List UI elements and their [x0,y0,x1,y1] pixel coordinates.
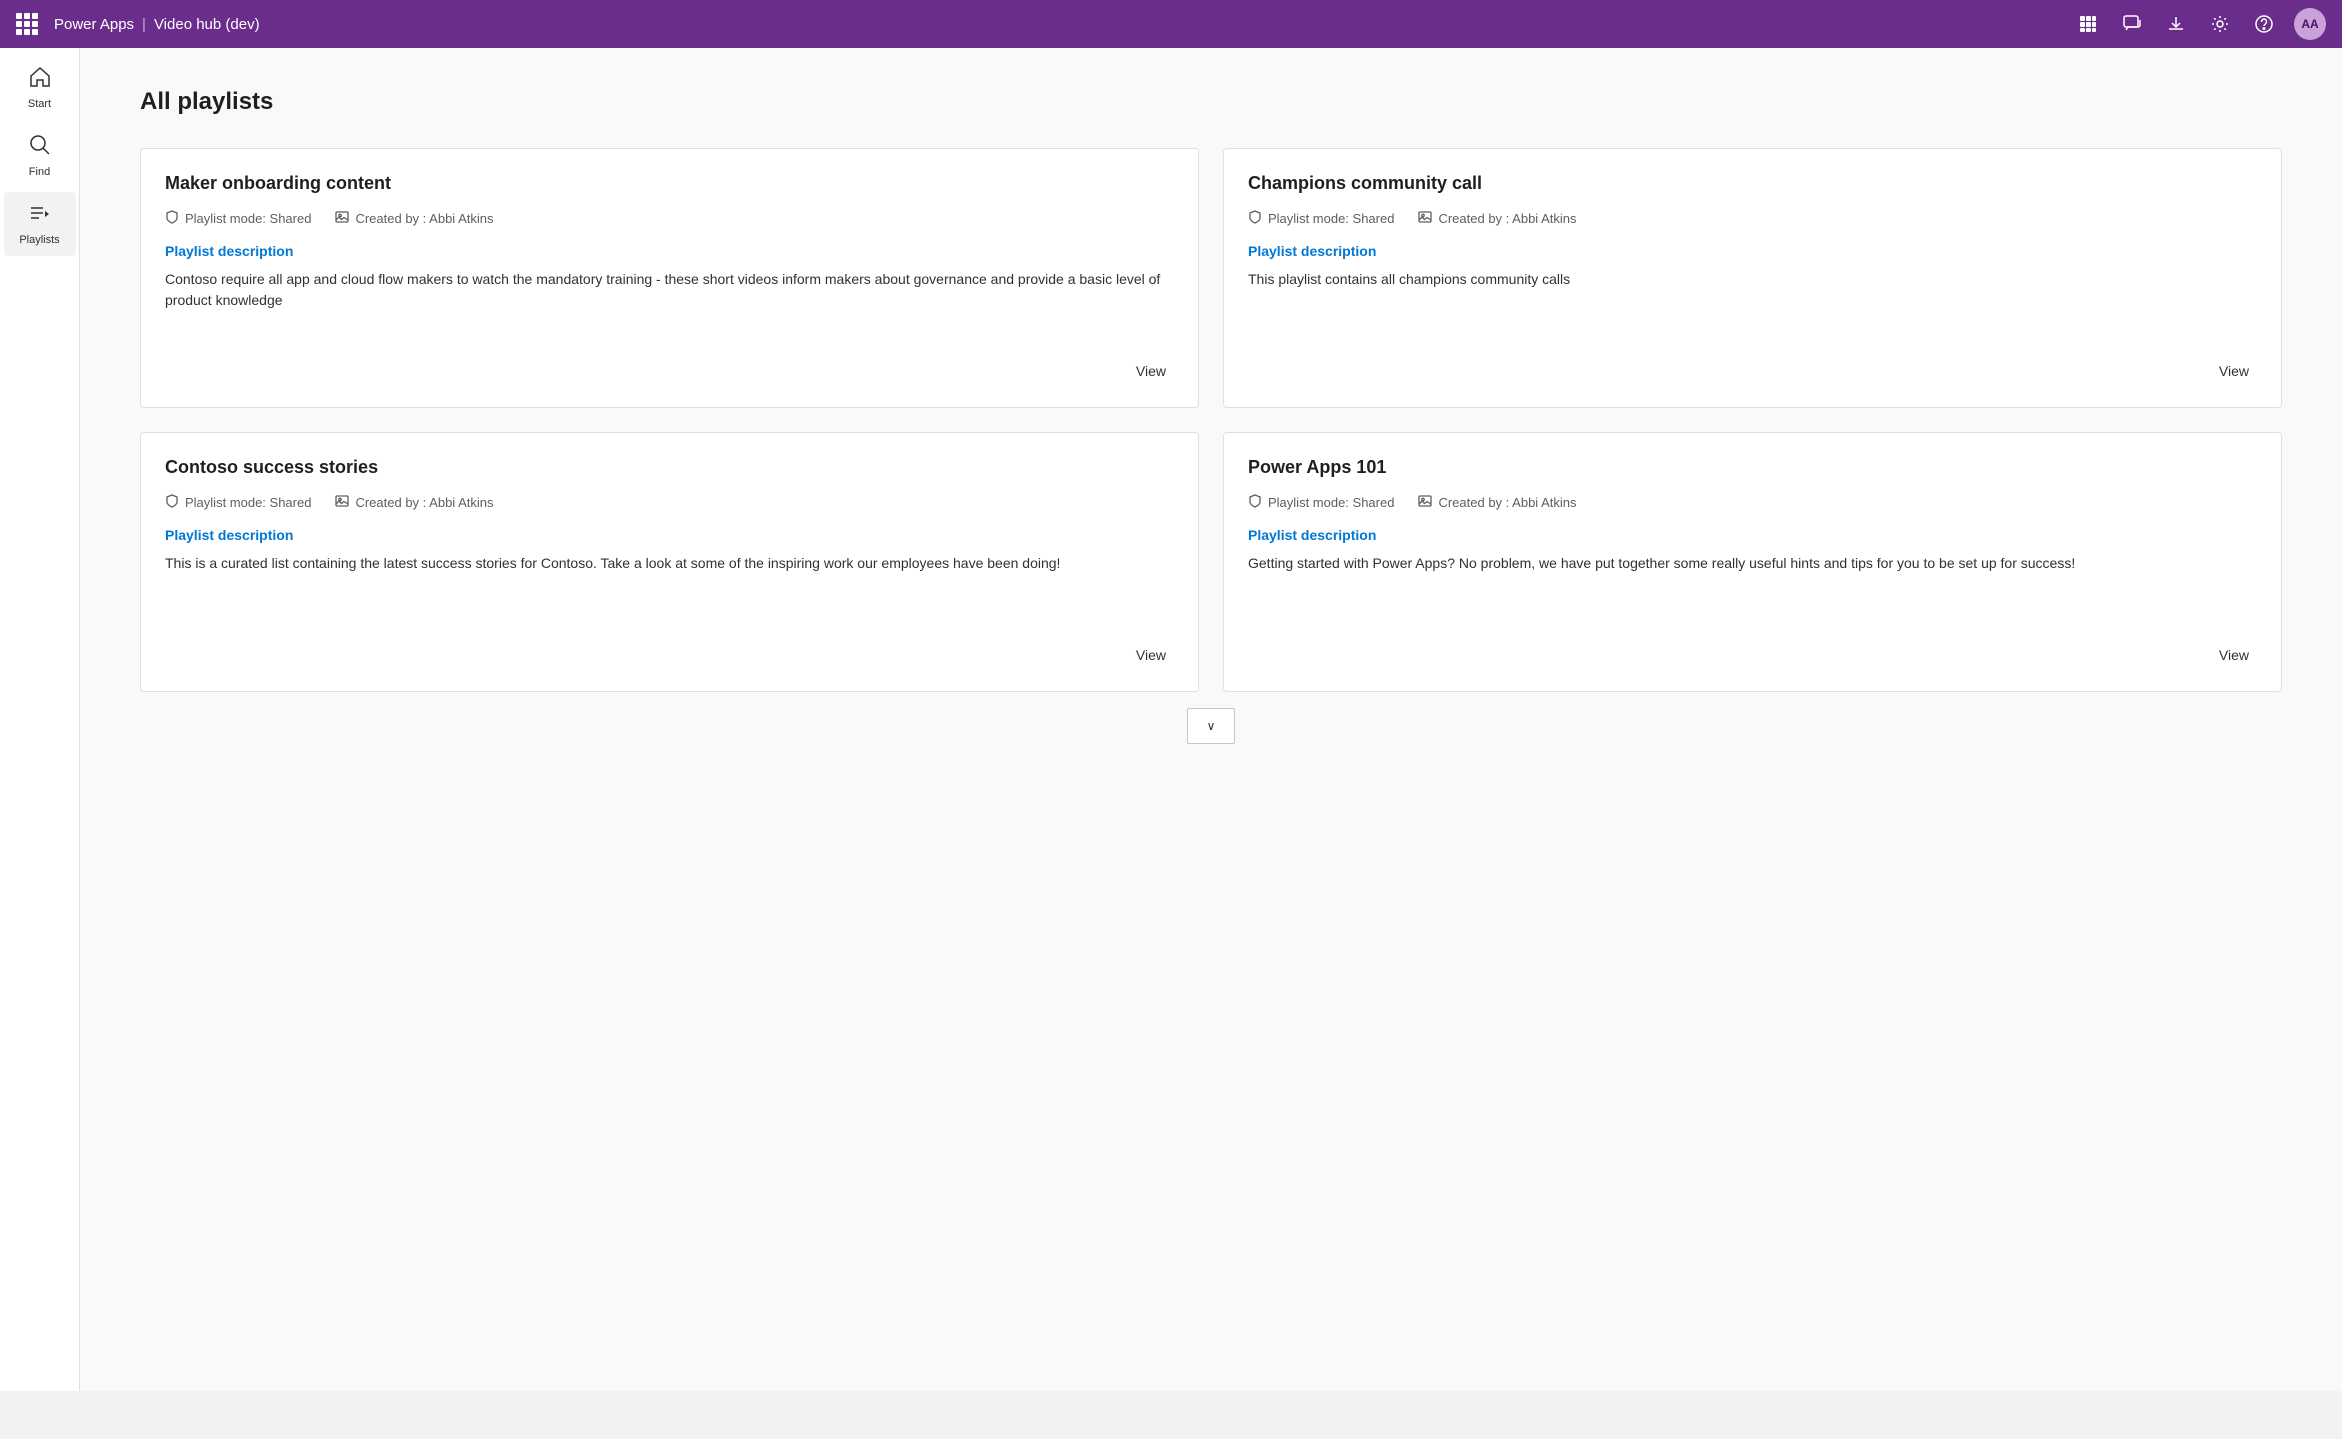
playlist-title-0: Maker onboarding content [165,173,1174,194]
playlist-card-power-apps-101: Power Apps 101 Playlist mode: Shared [1223,432,2282,692]
playlist-view-btn-2[interactable]: View [1128,643,1174,667]
playlist-grid: Maker onboarding content Playlist mode: … [140,148,2282,692]
title-separator: | [142,16,146,33]
playlist-title-1: Champions community call [1248,173,2257,194]
scroll-indicator: ∨ [140,692,2282,760]
image-icon-3 [1418,494,1432,511]
app-subtitle: Video hub (dev) [154,16,260,33]
main-content: All playlists Maker onboarding content P… [80,48,2342,1391]
search-icon [29,134,51,162]
playlist-title-2: Contoso success stories [165,457,1174,478]
meta-created-text-3: Created by : Abbi Atkins [1438,495,1576,510]
top-navigation: Power Apps | Video hub (dev) [0,0,2342,48]
image-icon-2 [335,494,349,511]
playlist-desc-text-1: This playlist contains all champions com… [1248,269,2257,359]
sidebar-item-playlists-label: Playlists [19,234,59,246]
sidebar-item-playlists[interactable]: Playlists [4,192,76,256]
playlist-desc-label-1[interactable]: Playlist description [1248,243,2257,259]
user-avatar[interactable]: AA [2294,8,2326,40]
meta-mode-text-1: Playlist mode: Shared [1268,211,1394,226]
chevron-down-icon: ∨ [1207,719,1216,733]
meta-mode-text-3: Playlist mode: Shared [1268,495,1394,510]
app-title: Power Apps | Video hub (dev) [54,16,260,33]
playlist-card-contoso-success: Contoso success stories Playlist mode: S… [140,432,1199,692]
playlist-meta-0: Playlist mode: Shared Created by : Abbi … [165,210,1174,227]
playlist-desc-text-3: Getting started with Power Apps? No prob… [1248,553,2257,643]
shield-icon-0 [165,210,179,227]
settings-icon-btn[interactable] [2202,6,2238,42]
waffle-menu[interactable] [16,13,38,35]
meta-created-0: Created by : Abbi Atkins [335,210,493,227]
playlists-icon [29,202,51,230]
chat-icon-btn[interactable] [2114,6,2150,42]
playlist-meta-1: Playlist mode: Shared Created by : Abbi … [1248,210,2257,227]
meta-mode-2: Playlist mode: Shared [165,494,311,511]
sidebar-item-start[interactable]: Start [4,56,76,120]
playlist-desc-text-0: Contoso require all app and cloud flow m… [165,269,1174,359]
download-icon-btn[interactable] [2158,6,2194,42]
meta-mode-0: Playlist mode: Shared [165,210,311,227]
meta-created-3: Created by : Abbi Atkins [1418,494,1576,511]
meta-created-text-0: Created by : Abbi Atkins [355,211,493,226]
playlist-title-3: Power Apps 101 [1248,457,2257,478]
sidebar: Start Find Playlists [0,48,80,1391]
playlist-desc-text-2: This is a curated list containing the la… [165,553,1174,643]
shield-icon-2 [165,494,179,511]
playlist-card-champions: Champions community call Playlist mode: … [1223,148,2282,408]
scroll-down-button[interactable]: ∨ [1187,708,1235,744]
help-icon-btn[interactable] [2246,6,2282,42]
meta-created-1: Created by : Abbi Atkins [1418,210,1576,227]
playlist-desc-label-2[interactable]: Playlist description [165,527,1174,543]
app-name: Power Apps [54,16,134,33]
image-icon-1 [1418,210,1432,227]
shield-icon-3 [1248,494,1262,511]
meta-mode-text-2: Playlist mode: Shared [185,495,311,510]
playlist-desc-label-0[interactable]: Playlist description [165,243,1174,259]
apps-icon-btn[interactable] [2070,6,2106,42]
meta-mode-text-0: Playlist mode: Shared [185,211,311,226]
home-icon [29,66,51,94]
playlist-card-maker-onboarding: Maker onboarding content Playlist mode: … [140,148,1199,408]
playlist-view-btn-3[interactable]: View [2211,643,2257,667]
sidebar-item-find-label: Find [29,166,50,178]
sidebar-item-start-label: Start [28,98,51,110]
meta-mode-1: Playlist mode: Shared [1248,210,1394,227]
playlist-view-btn-0[interactable]: View [1128,359,1174,383]
playlist-desc-label-3[interactable]: Playlist description [1248,527,2257,543]
shield-icon-1 [1248,210,1262,227]
meta-created-text-1: Created by : Abbi Atkins [1438,211,1576,226]
page-title: All playlists [140,88,2282,116]
playlist-view-btn-1[interactable]: View [2211,359,2257,383]
playlist-meta-2: Playlist mode: Shared Created by : Abbi … [165,494,1174,511]
sidebar-item-find[interactable]: Find [4,124,76,188]
meta-mode-3: Playlist mode: Shared [1248,494,1394,511]
top-nav-icons: AA [2070,6,2326,42]
meta-created-text-2: Created by : Abbi Atkins [355,495,493,510]
playlist-meta-3: Playlist mode: Shared Created by : Abbi … [1248,494,2257,511]
image-icon-0 [335,210,349,227]
meta-created-2: Created by : Abbi Atkins [335,494,493,511]
